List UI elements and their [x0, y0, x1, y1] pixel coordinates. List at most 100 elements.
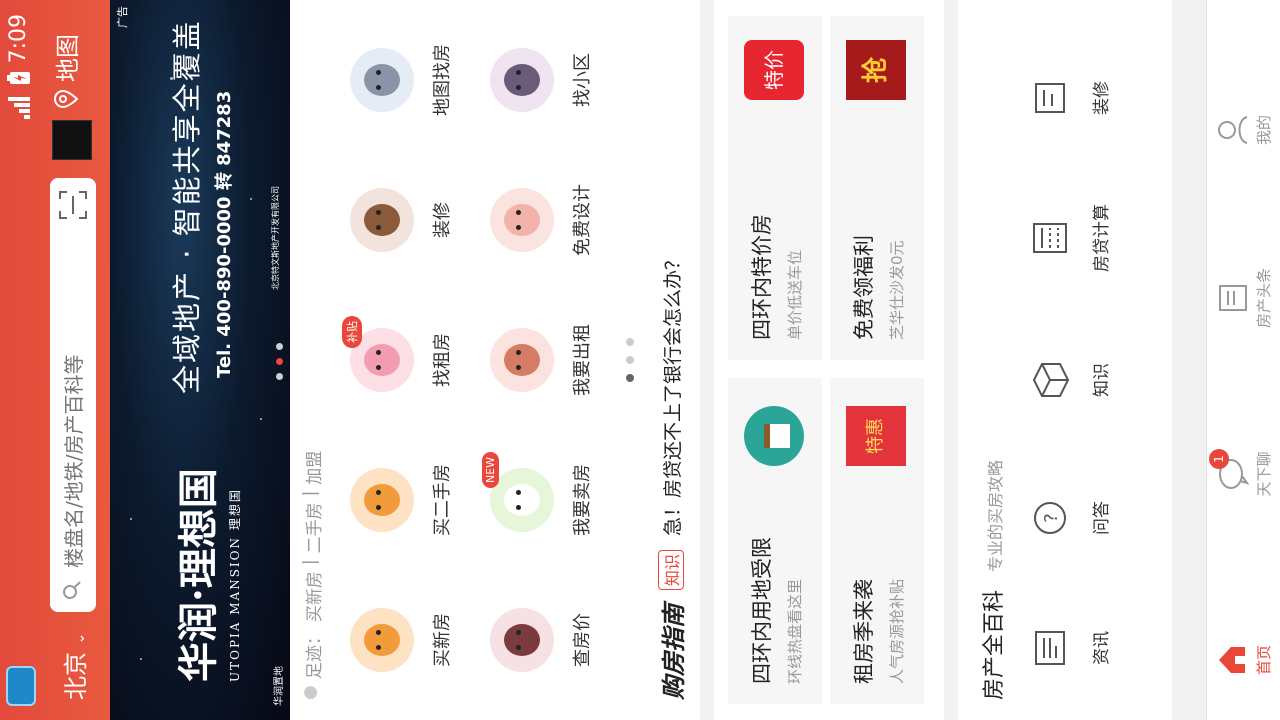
- banner-brand: 华润置地: [274, 666, 285, 706]
- search-box[interactable]: [50, 178, 96, 612]
- banner-legal: 北京特文斯地产开发有限公司: [271, 186, 280, 290]
- question-icon: ?: [1034, 502, 1066, 534]
- tab-label: 我的: [1255, 115, 1273, 146]
- app-portrait-view: 7:09 北京 ⌄ 地图 广告 华润·理想国 UTOPIA MANSION 理想国…: [0, 0, 1280, 720]
- status-time: 7:09: [6, 14, 31, 64]
- tab-icon-wrap: [1215, 643, 1249, 677]
- nav-item[interactable]: 买新房: [340, 570, 468, 710]
- banner-ad[interactable]: 广告 华润·理想国 UTOPIA MANSION 理想国 全域地产 · 智能共享全…: [110, 0, 290, 720]
- page-dots: [626, 338, 634, 382]
- promo-sub: 人气房源抢补贴: [888, 578, 906, 684]
- promo-section: 四环内用地受限 环线热盘看这里 四环内特价房 单价低送车位 特价 租房季来袭 人…: [714, 0, 944, 720]
- nav-item[interactable]: 查房价: [480, 570, 608, 710]
- promo-card-1[interactable]: 四环内用地受限 环线热盘看这里: [728, 378, 822, 704]
- trail-item[interactable]: 二手房: [300, 502, 325, 553]
- city-label: 北京: [62, 652, 90, 700]
- banner-logo-sub: UTOPIA MANSION 理想国: [228, 488, 242, 682]
- ad-thumbnail[interactable]: [52, 120, 92, 160]
- map-button[interactable]: 地图: [48, 34, 83, 110]
- nav-item[interactable]: 补贴 找租房: [340, 290, 468, 430]
- buying-guide[interactable]: 购房指南 知识 急！房贷还不上了银行会怎么办？: [646, 20, 696, 700]
- carousel-dot: [276, 373, 283, 380]
- carousel-dot: [276, 343, 283, 350]
- promo-sub: 单价低送车位: [786, 249, 804, 340]
- tab-headline[interactable]: 房产头条: [1207, 248, 1274, 348]
- wiki-title: 房产全百科: [982, 589, 1007, 700]
- guide-question[interactable]: 急！房贷还不上了银行会怎么办？: [658, 251, 685, 536]
- promo-card-2[interactable]: 四环内特价房 单价低送车位 特价: [728, 16, 822, 360]
- guide-tag: 知识: [658, 549, 684, 590]
- nav-grid: 买新房 买二手房 补贴 找租房 装修 地图找房查房价 NEW 我要卖房 我要出租 免费设计 找小区: [340, 10, 608, 710]
- tab-label: 房产头条: [1255, 268, 1273, 329]
- tab-chat[interactable]: 1 天下聊: [1207, 424, 1274, 524]
- banner-slogan: 全域地产 · 智能共享全覆盖: [170, 19, 204, 394]
- wiki-section: 房产全百科 专业的买房攻略 资讯? 问答 知识 房贷计算 装修: [958, 0, 1172, 720]
- nav-label: 免费设计: [572, 184, 593, 256]
- tab-label: 首页: [1255, 645, 1273, 676]
- nav-label: 我要出租: [572, 324, 593, 396]
- promo-title: 租房季来袭: [852, 579, 876, 684]
- nav-item[interactable]: NEW 我要卖房: [480, 430, 608, 570]
- banner-logo-text: 华润·理想国: [175, 468, 222, 682]
- nav-item[interactable]: 我要出租: [480, 290, 608, 430]
- wiki-item[interactable]: 知识: [1030, 330, 1112, 430]
- nav-label: 买新房: [432, 613, 453, 667]
- special-offer-icon: 特惠: [846, 406, 906, 466]
- promo-title: 免费领福利: [852, 235, 876, 340]
- chevron-down-icon: ⌄: [72, 632, 88, 645]
- wiki-item-label: 问答: [1092, 501, 1112, 535]
- wiki-item-label: 资讯: [1092, 631, 1112, 665]
- page-dot-active: [626, 374, 634, 382]
- wiki-subtitle: 专业的买房攻略: [986, 459, 1005, 572]
- carousel-dots: [276, 343, 283, 380]
- home-icon: [1219, 647, 1245, 673]
- trail-sep: |: [300, 559, 320, 566]
- trail-item[interactable]: 加盟: [300, 451, 325, 485]
- nav-item[interactable]: 免费设计: [480, 150, 608, 290]
- ox-icon: [350, 188, 414, 252]
- nav-item[interactable]: 装修: [340, 150, 468, 290]
- location-pin-icon: [53, 89, 78, 109]
- calculator-icon: [1033, 223, 1067, 253]
- screen: 7:09 北京 ⌄ 地图 广告 华润·理想国 UTOPIA MANSION 理想国…: [0, 0, 1280, 720]
- news-icon: [1035, 631, 1065, 665]
- nav-item[interactable]: 买二手房: [340, 430, 468, 570]
- mouse-icon: [350, 48, 414, 112]
- trail-prefix: 足迹：: [305, 628, 325, 680]
- city-selector[interactable]: 北京 ⌄: [56, 633, 91, 700]
- nav-item[interactable]: 地图找房: [340, 10, 468, 150]
- nav-label: 查房价: [572, 613, 593, 667]
- search-input[interactable]: [58, 226, 90, 570]
- header-bar: 北京 ⌄ 地图: [40, 0, 110, 720]
- tab-profile[interactable]: 我的: [1207, 80, 1274, 180]
- promo-title: 四环内特价房: [750, 214, 774, 340]
- nav-label: 装修: [432, 202, 453, 238]
- nav-label: 买二手房: [432, 464, 453, 536]
- nav-section: ● 足迹： 买新房 | 二手房 | 加盟 买新房 买二手房 补贴 找租房 装修 地图找房 查房价…: [290, 0, 700, 720]
- nav-tag-badge: NEW: [482, 451, 499, 488]
- horse-icon: [490, 608, 554, 672]
- status-right: 7:09: [6, 14, 31, 120]
- rabbit-icon: [490, 468, 554, 532]
- footprint-icon: ●: [300, 685, 320, 700]
- app-icon: [6, 666, 36, 706]
- footprint-trail: ● 足迹： 买新房 | 二手房 | 加盟: [300, 451, 325, 700]
- scan-icon[interactable]: [58, 190, 88, 220]
- banner-phone: Tel. 400-890-0000 转 847283: [214, 90, 235, 378]
- trail-item[interactable]: 买新房: [300, 571, 325, 622]
- wiki-item[interactable]: 房贷计算: [1030, 188, 1112, 288]
- headline-icon: [1219, 285, 1247, 311]
- profile-icon: [1218, 116, 1248, 144]
- nav-label: 地图找房: [432, 44, 453, 116]
- nav-label: 我要卖房: [572, 464, 593, 536]
- promo-card-4[interactable]: 免费领福利 芝华仕沙发0元 抢: [830, 16, 924, 360]
- page-dot: [626, 338, 634, 346]
- promo-card-3[interactable]: 租房季来袭 人气房源抢补贴 特惠: [830, 378, 924, 704]
- wiki-item[interactable]: 资讯: [1030, 598, 1112, 698]
- svg-text:?: ?: [1041, 513, 1062, 523]
- notification-badge: 1: [1209, 449, 1229, 469]
- wiki-item[interactable]: 装修: [1030, 48, 1112, 148]
- wiki-item[interactable]: ? 问答: [1030, 468, 1112, 568]
- tab-home[interactable]: 首页: [1207, 610, 1274, 710]
- nav-item[interactable]: 找小区: [480, 10, 608, 150]
